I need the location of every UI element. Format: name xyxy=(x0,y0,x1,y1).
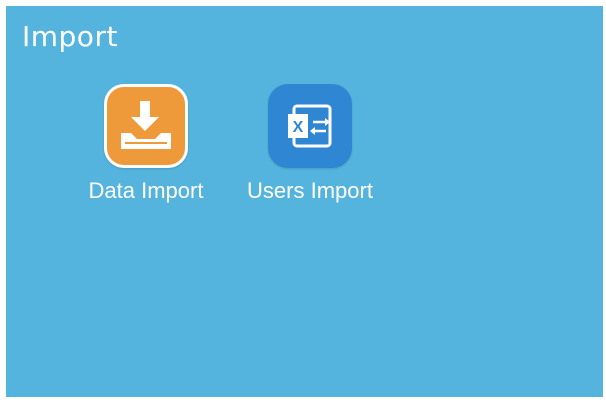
data-import-icon-tile[interactable] xyxy=(104,84,188,168)
users-import-label: Users Import xyxy=(247,178,373,203)
import-panel: Import Data Import X Users Import xyxy=(6,6,603,397)
data-import-button[interactable]: Data Import xyxy=(71,84,221,224)
excel-import-icon: X xyxy=(288,104,332,148)
users-import-button[interactable]: X Users Import xyxy=(235,84,385,224)
data-import-label: Data Import xyxy=(88,178,204,203)
download-tray-icon xyxy=(121,101,171,149)
users-import-icon-tile[interactable]: X xyxy=(268,84,352,168)
svg-text:X: X xyxy=(293,119,304,136)
page-title: Import xyxy=(22,20,118,53)
